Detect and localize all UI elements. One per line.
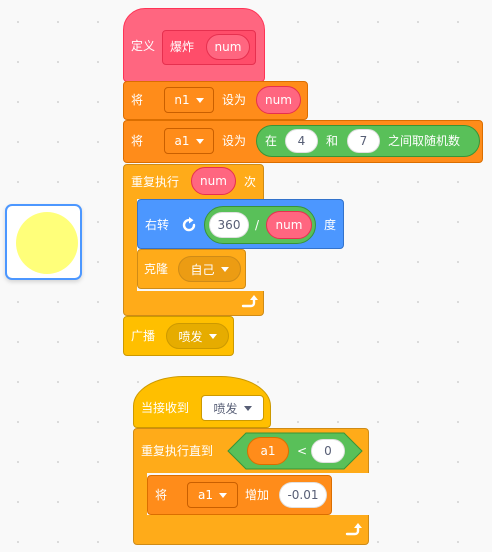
receive-message: 喷发 <box>213 401 238 416</box>
change-mid: 增加 <box>245 488 270 502</box>
loop-arrow-icon <box>241 295 258 308</box>
change-prefix: 将 <box>155 488 168 502</box>
repeat-until-label: 重复执行直到 <box>141 444 214 458</box>
variable-name: a1 <box>174 134 190 148</box>
chevron-down-icon <box>243 405 252 411</box>
rotate-right-icon <box>182 217 196 232</box>
broadcast-message-dropdown[interactable]: 喷发 <box>166 323 229 349</box>
chevron-down-icon <box>195 138 204 144</box>
chevron-down-icon <box>220 266 229 272</box>
num-reporter[interactable]: num <box>256 86 301 114</box>
define-label: 定义 <box>131 39 156 53</box>
set-n1-prefix: 将 <box>131 93 144 107</box>
clone-target: 自己 <box>190 262 215 277</box>
variable-dropdown-a1-change[interactable]: a1 <box>187 482 238 508</box>
chevron-down-icon <box>208 333 217 339</box>
when-receive-label: 当接收到 <box>141 401 190 415</box>
broadcast-message: 喷发 <box>178 329 203 344</box>
chevron-down-icon <box>195 97 204 103</box>
sprite-preview-card[interactable] <box>5 204 82 280</box>
random-from-input[interactable]: 4 <box>285 129 318 153</box>
random-prefix: 在 <box>265 134 278 148</box>
divide-operator: / <box>255 218 260 232</box>
param-num[interactable]: num <box>206 34 250 60</box>
variable-dropdown-a1[interactable]: a1 <box>164 128 214 154</box>
broadcast-label: 广播 <box>131 329 156 343</box>
clone-target-dropdown[interactable]: 自己 <box>178 256 241 282</box>
random-to-input[interactable]: 7 <box>347 129 380 153</box>
set-a1-prefix: 将 <box>131 134 144 148</box>
random-suffix: 之间取随机数 <box>388 134 461 148</box>
loop-arrow-icon <box>345 523 362 536</box>
change-value-input[interactable]: -0.01 <box>279 482 327 508</box>
repeat-label: 重复执行 <box>131 175 180 189</box>
turn-suffix: 度 <box>324 218 337 232</box>
divide-right-reporter[interactable]: num <box>266 211 312 239</box>
variable-dropdown-n1[interactable]: n1 <box>164 87 214 113</box>
sprite-thumbnail <box>16 212 78 274</box>
clone-label: 克隆 <box>144 262 169 276</box>
set-a1-mid: 设为 <box>222 134 247 148</box>
variable-name: n1 <box>174 93 190 107</box>
receive-message-dropdown[interactable]: 喷发 <box>201 395 264 421</box>
repeat-count-reporter[interactable]: num <box>191 167 236 195</box>
chevron-down-icon <box>219 492 227 498</box>
a1-reporter[interactable]: a1 <box>247 437 289 465</box>
custom-block-name: 爆炸 <box>170 40 195 54</box>
variable-name: a1 <box>198 488 213 502</box>
repeat-suffix: 次 <box>244 175 257 189</box>
compare-right-input[interactable]: 0 <box>311 439 345 463</box>
random-and: 和 <box>326 134 339 148</box>
turn-label: 右转 <box>145 218 170 232</box>
set-n1-mid: 设为 <box>222 93 247 107</box>
divide-left-input[interactable]: 360 <box>209 212 249 238</box>
less-than-operator: < <box>297 444 308 458</box>
